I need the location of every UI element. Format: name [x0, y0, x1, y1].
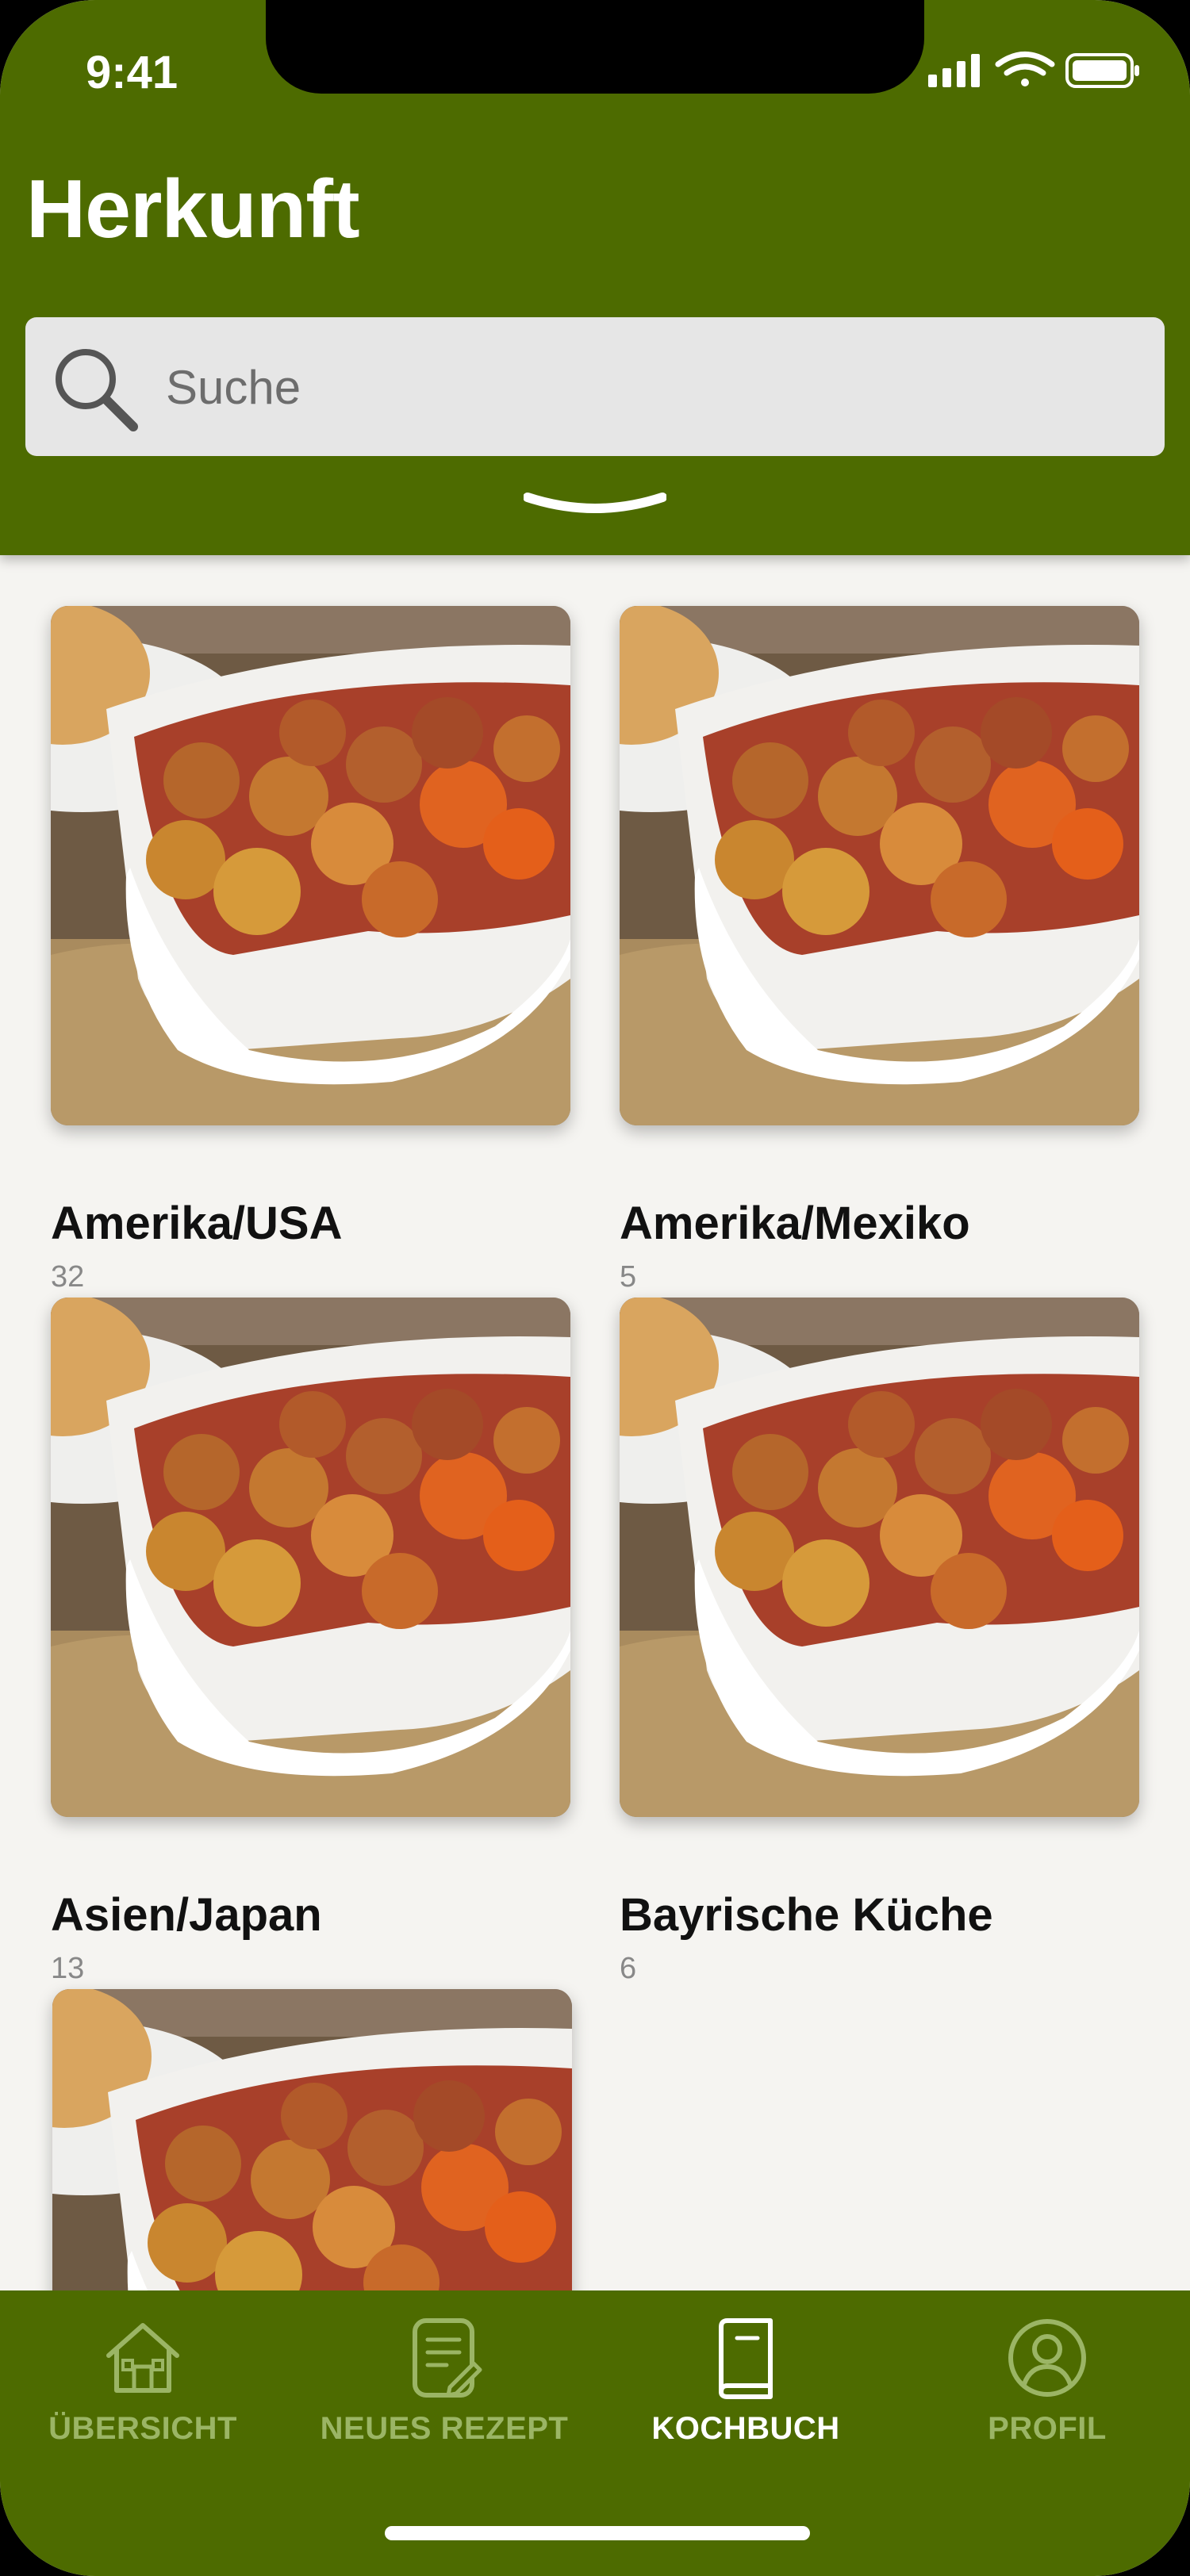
status-icons — [928, 52, 1139, 88]
category-image[interactable] — [52, 1989, 572, 2292]
category-image[interactable] — [620, 606, 1139, 1125]
category-title: Amerika/USA — [51, 1198, 343, 1249]
category-image[interactable] — [51, 1298, 570, 1817]
tab-label: ÜBERSICHT — [48, 2411, 237, 2446]
category-count: 13 — [51, 1952, 85, 1985]
category-image[interactable] — [620, 1298, 1139, 1817]
category-title: Bayrische Küche — [620, 1889, 993, 1941]
tab-label: NEUES REZEPT — [320, 2411, 569, 2446]
wifi-icon — [995, 52, 1055, 86]
category-count: 32 — [51, 1260, 85, 1294]
page-title: Herkunft — [26, 163, 360, 255]
tab-neues-rezept[interactable]: NEUES REZEPT — [313, 2290, 575, 2497]
search-input[interactable] — [164, 317, 1119, 458]
category-count: 6 — [620, 1952, 637, 1985]
category-image[interactable] — [51, 606, 570, 1125]
tab-label: KOCHBUCH — [651, 2411, 840, 2446]
notch — [266, 0, 924, 94]
category-title: Asien/Japan — [51, 1889, 322, 1941]
search-icon — [56, 349, 138, 431]
phone-screen: 9:41 Herkunft Suche Amerika/USA 32 Ameri… — [0, 0, 1190, 2576]
home-indicator[interactable] — [385, 2526, 810, 2540]
tab-uebersicht[interactable]: ÜBERSICHT — [32, 2290, 254, 2497]
category-title: Amerika/Mexiko — [620, 1198, 970, 1249]
tab-profil[interactable]: PROFIL — [936, 2290, 1158, 2497]
category-count: 5 — [620, 1260, 637, 1294]
profile-icon — [1008, 2319, 1086, 2397]
cookbook-icon — [719, 2318, 773, 2399]
cellular-signal-icon — [928, 54, 980, 87]
battery-icon — [1065, 53, 1139, 88]
status-time: 9:41 — [86, 47, 178, 98]
search-bar[interactable] — [25, 317, 1165, 458]
header: 9:41 Herkunft — [0, 0, 1190, 555]
chevron-down-icon[interactable] — [524, 488, 666, 527]
new-recipe-icon — [413, 2318, 482, 2398]
tab-label: PROFIL — [988, 2411, 1107, 2446]
tab-kochbuch[interactable]: KOCHBUCH — [635, 2290, 857, 2497]
home-icon — [106, 2323, 179, 2393]
category-grid: Amerika/USA 32 Amerika/Mexiko 5 Asien/Ja… — [0, 555, 1190, 2292]
